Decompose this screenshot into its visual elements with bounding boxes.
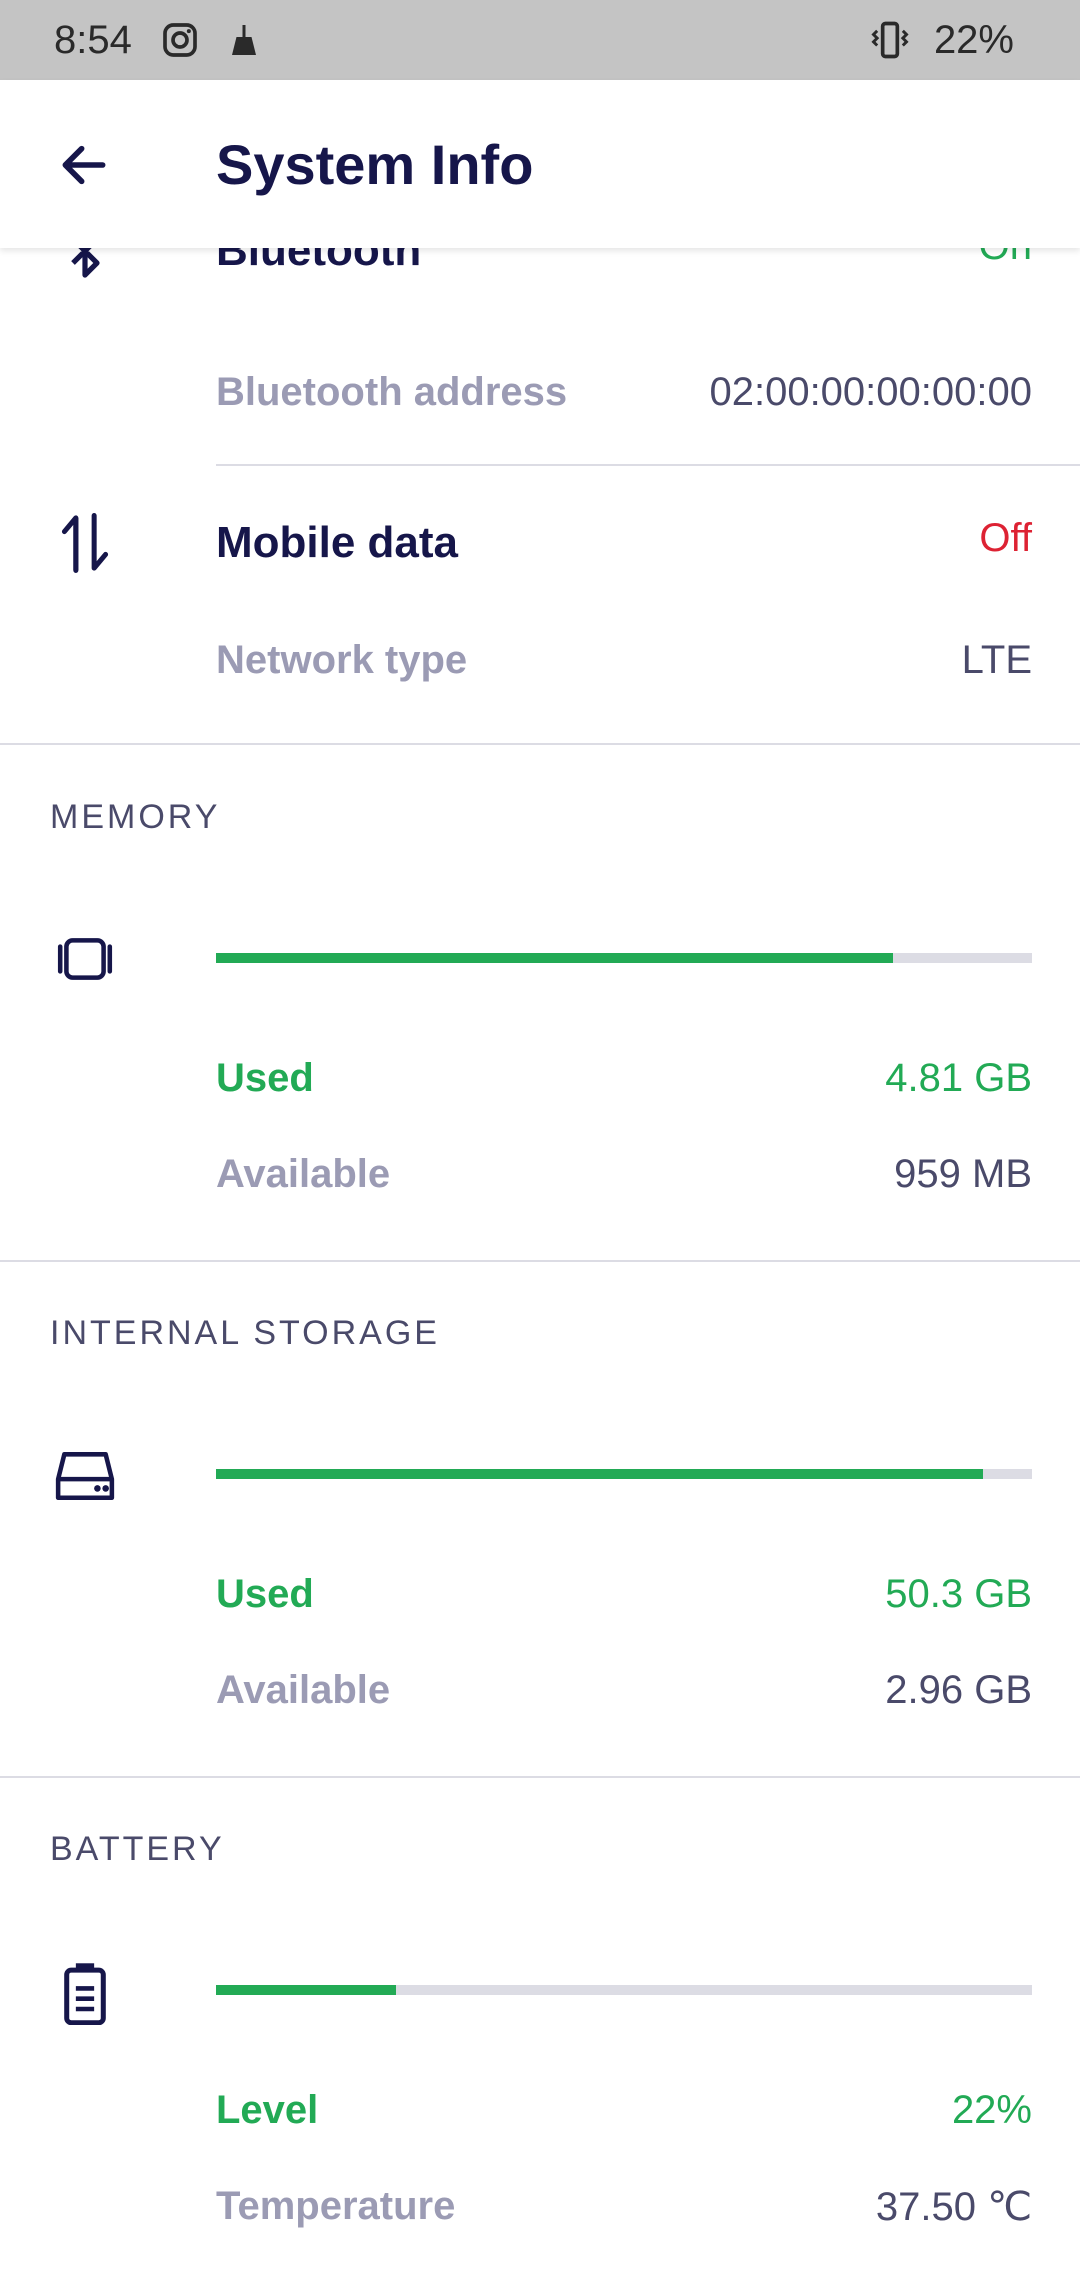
status-bar: 8:54 22%: [0, 0, 1080, 80]
storage-available-value: 2.96 GB: [885, 1668, 1032, 1712]
app-bar: System Info: [0, 80, 1080, 248]
storage-icon: [50, 1440, 120, 1510]
battery-level-value: 22%: [951, 2088, 1032, 2132]
storage-available-label: Available: [216, 1668, 391, 1712]
bluetooth-address-label: Bluetooth address: [216, 370, 568, 414]
section-divider: [0, 1260, 1080, 1262]
mobile-data-status: Off: [979, 516, 1032, 560]
battery-temperature-value: 37.50 ℃: [875, 2185, 1032, 2229]
battery-level-label: Level: [216, 2088, 319, 2132]
bluetooth-address-value: 02:00:00:00:00:00: [709, 370, 1032, 414]
storage-section-header: INTERNAL STORAGE: [50, 1314, 440, 1352]
battery-section-header: BATTERY: [50, 1830, 225, 1868]
instagram-icon: [160, 20, 200, 65]
bluetooth-title: Bluetooth: [216, 248, 422, 275]
bluetooth-status: On: [979, 248, 1032, 269]
storage-used-value: 50.3 GB: [885, 1572, 1032, 1616]
memory-section-header: MEMORY: [50, 798, 221, 836]
section-divider: [0, 743, 1080, 745]
storage-usage-fill: [216, 1469, 984, 1479]
battery-level-fill: [216, 1985, 396, 1995]
broom-icon: [226, 20, 262, 65]
network-type-label: Network type: [216, 638, 468, 682]
mobile-data-icon: [50, 508, 120, 578]
memory-available-value: 959 MB: [894, 1152, 1032, 1196]
memory-icon: [50, 924, 120, 994]
battery-icon: [50, 1958, 120, 2028]
memory-used-label: Used: [216, 1056, 314, 1100]
battery-temperature-label: Temperature: [216, 2184, 456, 2228]
memory-usage-fill: [216, 953, 894, 963]
battery-level-bar: [216, 1985, 1032, 1995]
section-divider: [0, 1776, 1080, 1778]
storage-used-label: Used: [216, 1572, 314, 1616]
page-title: System Info: [216, 133, 534, 196]
storage-usage-bar: [216, 1469, 1032, 1479]
system-info-list[interactable]: Bluetooth On Bluetooth address 02:00:00:…: [0, 248, 1080, 2280]
memory-used-value: 4.81 GB: [885, 1056, 1032, 1100]
network-type-value: LTE: [961, 638, 1032, 682]
status-time: 8:54: [54, 18, 132, 62]
memory-available-label: Available: [216, 1152, 391, 1196]
bluetooth-icon: [50, 248, 120, 286]
back-button[interactable]: [44, 132, 124, 202]
divider: [216, 464, 1080, 466]
vibrate-icon: [868, 18, 912, 67]
arrow-left-icon: [56, 137, 112, 198]
status-battery-percent: 22%: [933, 18, 1014, 62]
mobile-data-title: Mobile data: [216, 518, 459, 567]
memory-usage-bar: [216, 953, 1032, 963]
